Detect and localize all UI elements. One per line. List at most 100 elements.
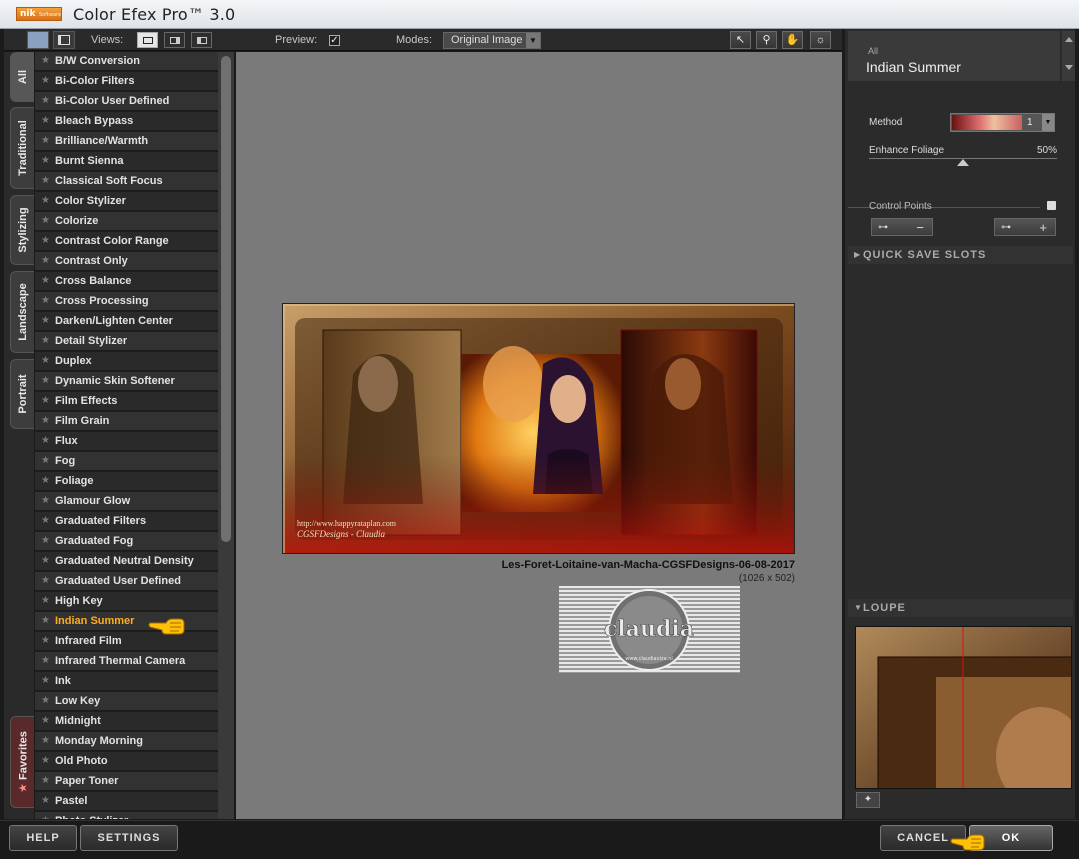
star-icon[interactable]: ★ xyxy=(41,635,50,646)
filter-item[interactable]: ★ Photo Stylizer xyxy=(35,812,218,819)
filter-item[interactable]: ★ Contrast Only xyxy=(35,252,218,271)
star-icon[interactable]: ★ xyxy=(41,175,50,186)
star-icon[interactable]: ★ xyxy=(41,655,50,666)
filter-item[interactable]: ★ Cross Balance xyxy=(35,272,218,291)
filter-item[interactable]: ★ Film Grain xyxy=(35,412,218,431)
star-icon[interactable]: ★ xyxy=(41,715,50,726)
quick-save-slots-header[interactable]: ▶ QUICK SAVE SLOTS xyxy=(848,246,1073,264)
filter-item[interactable]: ★ Ink xyxy=(35,672,218,691)
star-icon[interactable]: ★ xyxy=(41,155,50,166)
loupe-view[interactable] xyxy=(855,626,1072,789)
filter-item[interactable]: ★ Bi-Color Filters xyxy=(35,72,218,91)
filter-item[interactable]: ★ Pastel xyxy=(35,792,218,811)
zoom-tool-button[interactable]: ⚲ xyxy=(756,31,777,49)
chevron-right-icon[interactable] xyxy=(1047,201,1056,210)
star-icon[interactable]: ★ xyxy=(41,735,50,746)
filter-item[interactable]: ★ Fog xyxy=(35,452,218,471)
star-icon[interactable]: ★ xyxy=(41,75,50,86)
tab-traditional[interactable]: Traditional xyxy=(10,107,34,189)
filter-item[interactable]: ★ Glamour Glow xyxy=(35,492,218,511)
star-icon[interactable]: ★ xyxy=(41,555,50,566)
star-icon[interactable]: ★ xyxy=(41,255,50,266)
loupe-pin-button[interactable]: ✦ xyxy=(856,792,880,808)
filter-item[interactable]: ★ Film Effects xyxy=(35,392,218,411)
filter-item[interactable]: ★ Cross Processing xyxy=(35,292,218,311)
chevron-down-icon[interactable] xyxy=(1065,65,1073,70)
add-control-point-button[interactable]: ⊶ + xyxy=(994,218,1056,236)
filter-item[interactable]: ★ Graduated Filters xyxy=(35,512,218,531)
settings-button[interactable]: SETTINGS xyxy=(80,825,178,851)
filter-item[interactable]: ★ Midnight xyxy=(35,712,218,731)
filter-list-scrollbar[interactable] xyxy=(218,52,234,819)
star-icon[interactable]: ★ xyxy=(41,275,50,286)
filter-item[interactable]: ★ Contrast Color Range xyxy=(35,232,218,251)
tab-stylizing[interactable]: Stylizing xyxy=(10,195,34,265)
star-icon[interactable]: ★ xyxy=(41,135,50,146)
star-icon[interactable]: ★ xyxy=(41,215,50,226)
star-icon[interactable]: ★ xyxy=(41,395,50,406)
filter-item[interactable]: ★ Old Photo xyxy=(35,752,218,771)
star-icon[interactable]: ★ xyxy=(41,775,50,786)
star-icon[interactable]: ★ xyxy=(41,95,50,106)
star-icon[interactable]: ★ xyxy=(41,335,50,346)
preview-area[interactable]: http://www.happyrataplan.com CGSFDesigns… xyxy=(236,52,842,819)
star-icon[interactable]: ★ xyxy=(41,235,50,246)
help-button[interactable]: HELP xyxy=(9,825,77,851)
method-dropdown[interactable]: 1 ▼ xyxy=(950,113,1055,132)
slider-handle[interactable] xyxy=(957,159,969,166)
star-icon[interactable]: ★ xyxy=(41,355,50,366)
star-icon[interactable]: ★ xyxy=(41,435,50,446)
filter-item[interactable]: ★ Monday Morning xyxy=(35,732,218,751)
star-icon[interactable]: ★ xyxy=(41,515,50,526)
star-icon[interactable]: ★ xyxy=(41,475,50,486)
filter-item[interactable]: ★ Brilliance/Warmth xyxy=(35,132,218,151)
single-view-button[interactable] xyxy=(27,31,49,49)
filter-item[interactable]: ★ High Key xyxy=(35,592,218,611)
chevron-up-icon[interactable] xyxy=(1065,37,1073,42)
filter-item[interactable]: ★ Bleach Bypass xyxy=(35,112,218,131)
filter-item[interactable]: ★ Graduated Fog xyxy=(35,532,218,551)
view-single-button[interactable] xyxy=(137,32,158,48)
filter-item[interactable]: ★ Graduated Neutral Density xyxy=(35,552,218,571)
tab-landscape[interactable]: Landscape xyxy=(10,271,34,353)
filter-item[interactable]: ★ Flux xyxy=(35,432,218,451)
filter-item[interactable]: ★ Colorize xyxy=(35,212,218,231)
filter-item[interactable]: ★ Bi-Color User Defined xyxy=(35,92,218,111)
preview-checkbox[interactable]: ✓ xyxy=(329,35,340,46)
light-tool-button[interactable]: ☼ xyxy=(810,31,831,49)
star-icon[interactable]: ★ xyxy=(41,455,50,466)
filter-item[interactable]: ★ Indian Summer xyxy=(35,612,218,631)
hand-tool-button[interactable]: ✋ xyxy=(782,31,803,49)
star-icon[interactable]: ★ xyxy=(41,795,50,806)
list-view-button[interactable] xyxy=(53,31,75,49)
star-icon[interactable]: ★ xyxy=(41,575,50,586)
preview-image[interactable]: http://www.happyrataplan.com CGSFDesigns… xyxy=(282,303,795,554)
star-icon[interactable]: ★ xyxy=(41,55,50,66)
filter-item[interactable]: ★ Paper Toner xyxy=(35,772,218,791)
view-side-by-side-button[interactable] xyxy=(191,32,212,48)
tab-portrait[interactable]: Portrait xyxy=(10,359,34,429)
filter-item[interactable]: ★ Classical Soft Focus xyxy=(35,172,218,191)
view-split-button[interactable] xyxy=(164,32,185,48)
star-icon[interactable]: ★ xyxy=(41,415,50,426)
star-icon[interactable]: ★ xyxy=(41,495,50,506)
star-icon[interactable]: ★ xyxy=(41,115,50,126)
filter-item[interactable]: ★ Dynamic Skin Softener xyxy=(35,372,218,391)
filter-item[interactable]: ★ Burnt Sienna xyxy=(35,152,218,171)
filter-item[interactable]: ★ B/W Conversion xyxy=(35,52,218,71)
star-icon[interactable]: ★ xyxy=(41,675,50,686)
modes-dropdown[interactable]: Original Image ▼ xyxy=(443,32,541,49)
star-icon[interactable]: ★ xyxy=(41,755,50,766)
tab-favorites[interactable]: ★ Favorites xyxy=(10,716,34,808)
filter-item[interactable]: ★ Foliage xyxy=(35,472,218,491)
scrollbar-thumb[interactable] xyxy=(221,56,231,542)
filter-item[interactable]: ★ Detail Stylizer xyxy=(35,332,218,351)
filter-item[interactable]: ★ Infrared Thermal Camera xyxy=(35,652,218,671)
panel-scrollbar[interactable] xyxy=(1062,31,1075,81)
star-icon[interactable]: ★ xyxy=(41,295,50,306)
star-icon[interactable]: ★ xyxy=(41,195,50,206)
arrow-tool-button[interactable]: ↖ xyxy=(730,31,751,49)
star-icon[interactable]: ★ xyxy=(41,615,50,626)
star-icon[interactable]: ★ xyxy=(41,695,50,706)
tab-all[interactable]: All xyxy=(10,52,34,102)
